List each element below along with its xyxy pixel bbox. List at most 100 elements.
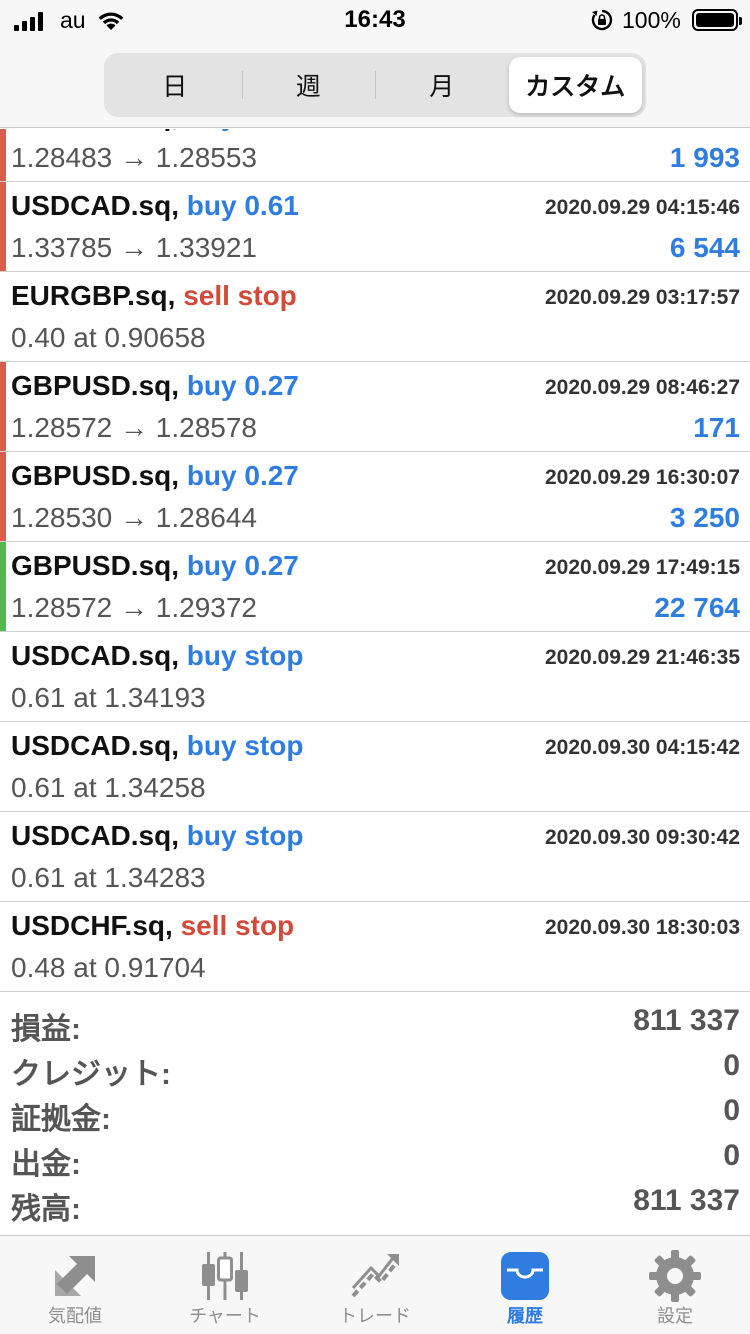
summary-profit-row: 損益: 811 337: [0, 996, 750, 1046]
bottom-tab-bar: 気配値 チャート トレード 履歴 設定: [0, 1235, 750, 1334]
history-inbox-icon: [501, 1252, 549, 1300]
order-action: sell stop: [183, 280, 297, 311]
order-heading: USDCAD.sq, buy stop: [11, 640, 303, 672]
period-custom-tab[interactable]: カスタム: [508, 57, 642, 113]
order-profit: 6 544: [669, 232, 740, 263]
order-action: buy 0.61: [186, 190, 299, 221]
tab-history[interactable]: 履歴: [450, 1236, 600, 1334]
order-detail: 1.33785 → 1.33921: [11, 232, 257, 263]
tab-label: 設定: [657, 1306, 693, 1326]
history-row[interactable]: GBPUSD.sq, buy 0.27 2020.09.29 16:30:07 1.…: [0, 452, 750, 542]
order-detail: 1.28483 → 1.28553: [11, 142, 257, 173]
order-heading: GBPUSD.sq, buy 0.27: [11, 550, 299, 582]
history-row[interactable]: GBPUSD.sq, buy 0.27 2020.09.29 17:49:15 1.…: [0, 542, 750, 632]
order-heading: USDCHF.sq, sell stop: [11, 910, 294, 942]
tab-label: チャート: [189, 1306, 261, 1326]
history-row[interactable]: GBPUSD.sq, buy 0.27 1.28483 → 1.28553 1 99…: [0, 129, 750, 182]
order-heading: USDCAD.sq, buy stop: [11, 820, 303, 852]
order-time: 2020.09.29 17:49:15: [545, 556, 740, 579]
summary-withdrawal-row: 出金: 0: [0, 1131, 750, 1181]
order-symbol: GBPUSD.sq,: [11, 370, 180, 401]
history-row[interactable]: USDCAD.sq, buy stop 2020.09.29 21:46:35 0.…: [0, 632, 750, 722]
order-detail: 0.61 at 1.34283: [11, 862, 206, 893]
order-time: 2020.09.29 08:46:27: [545, 376, 740, 399]
battery-icon: [692, 9, 742, 31]
result-indicator: [0, 542, 6, 631]
order-time: 2020.09.30 04:15:42: [545, 736, 740, 759]
order-action: buy 0.27: [186, 550, 299, 581]
order-symbol: USDCAD.sq,: [11, 730, 180, 761]
summary-value: 811 337: [633, 1004, 740, 1037]
summary-deposit-row: 証拠金: 0: [0, 1086, 750, 1136]
period-month-tab[interactable]: 月: [375, 57, 509, 113]
period-segmented-control: 日 週 月 カスタム: [104, 53, 646, 117]
tab-chart[interactable]: チャート: [150, 1236, 300, 1334]
history-header: 日 週 月 カスタム: [0, 40, 750, 128]
period-day-tab[interactable]: 日: [108, 57, 242, 113]
order-profit: 171: [693, 412, 740, 443]
tab-quotes[interactable]: 気配値: [0, 1236, 150, 1334]
order-time: 2020.09.29 21:46:35: [545, 646, 740, 669]
summary-value: 0: [723, 1049, 740, 1082]
order-detail: 0.40 at 0.90658: [11, 322, 206, 353]
order-symbol: USDCHF.sq,: [11, 910, 173, 941]
account-summary: 損益: 811 337 クレジット: 0 証拠金: 0 出金: 0 残高: 81…: [0, 996, 750, 1226]
order-action: buy stop: [186, 820, 304, 851]
order-detail: 1.28572 → 1.28578: [11, 412, 257, 443]
result-indicator: [0, 362, 6, 451]
history-list[interactable]: GBPUSD.sq, buy 0.27 1.28483 → 1.28553 1 99…: [0, 129, 750, 994]
order-heading: GBPUSD.sq, buy 0.27: [11, 460, 299, 492]
order-symbol: USDCAD.sq,: [11, 640, 180, 671]
history-row[interactable]: USDCAD.sq, buy 0.61 2020.09.29 04:15:46 1.…: [0, 182, 750, 272]
history-row[interactable]: USDCAD.sq, buy stop 2020.09.30 04:15:42 0.…: [0, 722, 750, 812]
summary-value: 0: [723, 1094, 740, 1127]
order-symbol: USDCAD.sq,: [11, 190, 180, 221]
order-profit: 1 993: [669, 142, 740, 173]
summary-value: 0: [723, 1139, 740, 1172]
order-detail: 0.61 at 1.34193: [11, 682, 206, 713]
rotation-lock-icon: [591, 9, 613, 31]
order-detail: 1.28530 → 1.28644: [11, 502, 257, 533]
order-time: 2020.09.30 09:30:42: [545, 826, 740, 849]
order-symbol: GBPUSD.sq,: [11, 460, 180, 491]
tab-settings[interactable]: 設定: [600, 1236, 750, 1334]
order-symbol: EURGBP.sq,: [11, 280, 176, 311]
history-row[interactable]: EURGBP.sq, sell stop 2020.09.29 03:17:57 0…: [0, 272, 750, 362]
order-detail: 0.48 at 0.91704: [11, 952, 206, 983]
history-row[interactable]: GBPUSD.sq, buy 0.27 2020.09.29 08:46:27 1.…: [0, 362, 750, 452]
summary-credit-row: クレジット: 0: [0, 1041, 750, 1091]
tab-label: 気配値: [48, 1306, 102, 1326]
order-heading: USDCAD.sq, buy 0.61: [11, 190, 299, 222]
order-profit: 3 250: [669, 502, 740, 533]
candlestick-chart-icon: [202, 1252, 248, 1300]
order-heading: EURGBP.sq, sell stop: [11, 280, 297, 312]
order-profit: 22 764: [654, 592, 740, 623]
result-indicator: [0, 129, 6, 181]
result-indicator: [0, 182, 6, 271]
order-action: buy 0.27: [186, 370, 299, 401]
order-action: buy 0.27: [186, 460, 299, 491]
history-row[interactable]: USDCHF.sq, sell stop 2020.09.30 18:30:03 0…: [0, 902, 750, 992]
order-symbol: USDCAD.sq,: [11, 820, 180, 851]
summary-value: 811 337: [633, 1184, 740, 1217]
order-symbol: GBPUSD.sq,: [11, 129, 179, 131]
order-action: buy 0.27: [187, 129, 299, 131]
quotes-icon: [55, 1256, 95, 1296]
status-bar: au 16:43 100%: [0, 0, 750, 40]
period-week-tab[interactable]: 週: [241, 57, 376, 113]
order-symbol: GBPUSD.sq,: [11, 550, 180, 581]
tab-label: 履歴: [507, 1306, 543, 1326]
trade-icon: [351, 1254, 399, 1298]
history-row[interactable]: USDCAD.sq, buy stop 2020.09.30 09:30:42 0.…: [0, 812, 750, 902]
order-heading: GBPUSD.sq, buy 0.27: [11, 129, 299, 132]
order-detail: 0.61 at 1.34258: [11, 772, 206, 803]
tab-trade[interactable]: トレード: [300, 1236, 450, 1334]
battery-percentage: 100%: [622, 7, 681, 33]
order-action: sell stop: [180, 910, 295, 941]
order-action: buy stop: [186, 640, 304, 671]
order-heading: GBPUSD.sq, buy 0.27: [11, 370, 299, 402]
order-heading: USDCAD.sq, buy stop: [11, 730, 303, 762]
order-action: buy stop: [186, 730, 304, 761]
tab-label: トレード: [339, 1306, 411, 1326]
order-time: 2020.09.30 18:30:03: [545, 916, 740, 939]
